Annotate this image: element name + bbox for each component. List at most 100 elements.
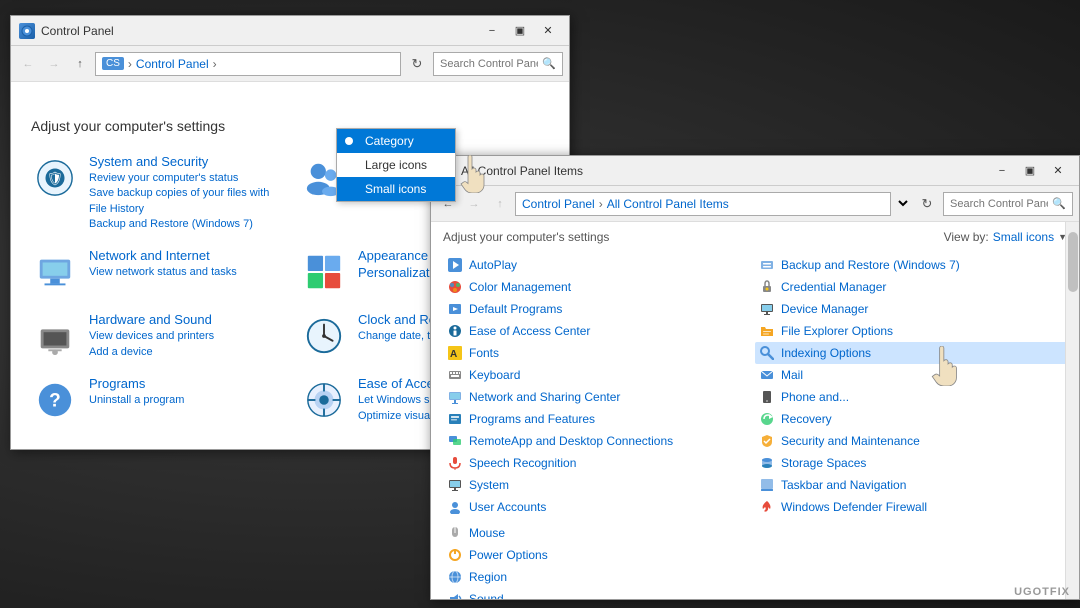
search-box-cp[interactable]: 🔍 xyxy=(433,52,563,76)
icon-item-indexing[interactable]: Indexing Options xyxy=(755,342,1067,364)
cat-icon-network xyxy=(31,248,79,296)
cat-sub-system2[interactable]: Save backup copies of your files with Fi… xyxy=(89,186,280,217)
view-by-dropdown-menu[interactable]: Category Large icons Small icons xyxy=(336,128,456,202)
cat-icon-system: 🛡 xyxy=(31,154,79,202)
refresh-btn-cp[interactable]: ↻ xyxy=(405,52,429,76)
up-btn-si[interactable]: ↑ xyxy=(489,193,511,215)
icon-item-network[interactable]: Network and Sharing Center xyxy=(443,386,755,408)
icon-item-system[interactable]: System xyxy=(443,474,755,496)
address-dropdown-si[interactable] xyxy=(895,195,911,212)
icon-item-mouse[interactable]: Mouse xyxy=(443,522,755,544)
region-icon xyxy=(447,569,463,585)
dropdown-label-category: Category xyxy=(365,134,414,148)
cat-title-system[interactable]: System and Security xyxy=(89,154,280,171)
search-box-si[interactable]: 🔍 xyxy=(943,192,1073,216)
cat-sub-hw2[interactable]: Add a device xyxy=(89,345,280,360)
address-box-cp[interactable]: CS › Control Panel › xyxy=(95,52,401,76)
breadcrumb-cp-si: Control Panel xyxy=(522,197,595,211)
minimize-btn-cp[interactable]: − xyxy=(479,21,505,41)
cat-sub-prog1[interactable]: Uninstall a program xyxy=(89,393,280,408)
cp-window-icon xyxy=(19,23,35,39)
icon-item-backup[interactable]: Backup and Restore (Windows 7) xyxy=(755,254,1067,276)
icon-item-credential[interactable]: Credential Manager xyxy=(755,276,1067,298)
refresh-btn-si[interactable]: ↻ xyxy=(915,192,939,216)
breadcrumb-all-items: All Control Panel Items xyxy=(607,197,729,211)
icon-item-mail[interactable]: Mail xyxy=(755,364,1067,386)
search-icon-si: 🔍 xyxy=(1052,197,1066,210)
address-box-si[interactable]: Control Panel › All Control Panel Items xyxy=(515,192,891,216)
remoteapp-label: RemoteApp and Desktop Connections xyxy=(469,434,673,448)
dropdown-label-large: Large icons xyxy=(365,158,427,172)
icon-item-color-mgmt[interactable]: Color Management xyxy=(443,276,755,298)
icon-item-programs[interactable]: Programs and Features xyxy=(443,408,755,430)
close-btn-si[interactable]: ✕ xyxy=(1045,161,1071,181)
credential-icon xyxy=(759,279,775,295)
icon-item-device-mgr[interactable]: Device Manager xyxy=(755,298,1067,320)
keyboard-label: Keyboard xyxy=(469,368,520,382)
icon-item-fonts[interactable]: A Fonts xyxy=(443,342,755,364)
titlebar-si: All Control Panel Items − ▣ ✕ xyxy=(431,156,1079,186)
remoteapp-icon xyxy=(447,433,463,449)
icon-item-power[interactable]: Power Options xyxy=(443,544,755,566)
cat-sub-system3[interactable]: Backup and Restore (Windows 7) xyxy=(89,217,280,232)
cat-sub-hw1[interactable]: View devices and printers xyxy=(89,329,280,344)
icon-item-remoteapp[interactable]: RemoteApp and Desktop Connections xyxy=(443,430,755,452)
firewall-label: Windows Defender Firewall xyxy=(781,500,927,514)
device-mgr-icon xyxy=(759,301,775,317)
dropdown-item-category[interactable]: Category xyxy=(337,129,455,153)
si-heading-text: Adjust your computer's settings xyxy=(443,230,609,244)
back-btn-cp[interactable]: ← xyxy=(17,53,39,75)
breadcrumb-cp-label: Control Panel xyxy=(136,57,209,71)
cp-window-title: Control Panel xyxy=(41,24,479,38)
icon-item-speech[interactable]: Speech Recognition xyxy=(443,452,755,474)
icon-item-user-accounts[interactable]: User Accounts xyxy=(443,496,755,518)
icon-item-sound[interactable]: Sound xyxy=(443,588,755,599)
dropdown-item-large[interactable]: Large icons xyxy=(337,153,455,177)
cat-sub-network1[interactable]: View network status and tasks xyxy=(89,265,280,280)
icon-item-ease[interactable]: Ease of Access Center xyxy=(443,320,755,342)
icon-item-default-programs[interactable]: Default Programs xyxy=(443,298,755,320)
taskbar-label: Taskbar and Navigation xyxy=(781,478,906,492)
icon-item-region[interactable]: Region xyxy=(443,566,755,588)
cat-sub-system1[interactable]: Review your computer's status xyxy=(89,171,280,186)
addressbar-si: ← → ↑ Control Panel › All Control Panel … xyxy=(431,186,1079,222)
icon-item-storage[interactable]: Storage Spaces xyxy=(755,452,1067,474)
icon-item-taskbar[interactable]: Taskbar and Navigation xyxy=(755,474,1067,496)
dropdown-item-small[interactable]: Small icons xyxy=(337,177,455,201)
cat-title-programs[interactable]: Programs xyxy=(89,376,280,393)
icon-item-autoplay[interactable]: AutoPlay xyxy=(443,254,755,276)
system-icon xyxy=(447,477,463,493)
forward-btn-si[interactable]: → xyxy=(463,193,485,215)
icon-item-security[interactable]: Security and Maintenance xyxy=(755,430,1067,452)
search-input-si[interactable] xyxy=(950,198,1048,210)
maximize-btn-cp[interactable]: ▣ xyxy=(507,21,533,41)
mouse-label: Mouse xyxy=(469,526,505,540)
firewall-icon xyxy=(759,499,775,515)
phone-label: Phone and... xyxy=(781,390,849,404)
up-btn-cp[interactable]: ↑ xyxy=(69,53,91,75)
scrollbar-si[interactable] xyxy=(1065,222,1079,599)
recovery-label: Recovery xyxy=(781,412,832,426)
si-view-label: View by: xyxy=(944,230,989,244)
icon-item-fileexp[interactable]: File Explorer Options xyxy=(755,320,1067,342)
forward-btn-cp[interactable]: → xyxy=(43,53,65,75)
scrollbar-thumb-si[interactable] xyxy=(1068,232,1078,292)
icon-item-firewall[interactable]: Windows Defender Firewall xyxy=(755,496,1067,518)
search-input-cp[interactable] xyxy=(440,58,538,70)
icon-item-recovery[interactable]: Recovery xyxy=(755,408,1067,430)
minimize-btn-si[interactable]: − xyxy=(989,161,1015,181)
si-view-value[interactable]: Small icons xyxy=(993,230,1054,244)
watermark: UGOTFIX xyxy=(1014,586,1070,598)
mail-icon xyxy=(759,367,775,383)
cat-title-network[interactable]: Network and Internet xyxy=(89,248,280,265)
cat-title-hardware[interactable]: Hardware and Sound xyxy=(89,312,280,329)
maximize-btn-si[interactable]: ▣ xyxy=(1017,161,1043,181)
all-control-panel-items-window: All Control Panel Items − ▣ ✕ ← → ↑ Cont… xyxy=(430,155,1080,600)
sound-icon xyxy=(447,591,463,599)
icon-item-keyboard[interactable]: Keyboard xyxy=(443,364,755,386)
icon-item-phone[interactable]: Phone and... xyxy=(755,386,1067,408)
close-btn-cp[interactable]: ✕ xyxy=(535,21,561,41)
si-heading: Adjust your computer's settings xyxy=(443,230,609,244)
category-hardware: Hardware and Sound View devices and prin… xyxy=(31,308,280,364)
cat-text-hardware: Hardware and Sound View devices and prin… xyxy=(89,312,280,360)
